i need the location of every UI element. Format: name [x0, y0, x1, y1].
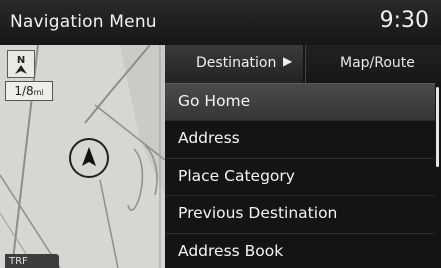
clock: 9:30	[379, 8, 429, 33]
play-arrow-icon: ▶	[283, 54, 293, 68]
map-view[interactable]: N 1/8mi TRF	[0, 45, 165, 268]
menu-item-place-category[interactable]: Place Category	[165, 158, 435, 195]
map-scale-value: 1/8	[14, 84, 34, 98]
menu-item-label: Go Home	[178, 92, 251, 110]
traffic-label: TRF	[9, 256, 28, 267]
menu-item-previous-destination[interactable]: Previous Destination	[165, 195, 435, 232]
map-scale-unit: mi	[33, 88, 44, 97]
traffic-indicator: TRF	[5, 254, 59, 268]
menu-item-label: Address Book	[178, 242, 284, 260]
nav-screen: Navigation Menu 9:30 N 1/8mi TRF Destina…	[0, 0, 441, 268]
map-scale[interactable]: 1/8mi	[5, 81, 53, 101]
menu-item-label: Address	[178, 129, 240, 147]
title-bar: Navigation Menu 9:30	[0, 0, 441, 45]
tab-map-route-label: Map/Route	[340, 55, 415, 71]
vehicle-position-icon	[68, 137, 110, 179]
screen-title: Navigation Menu	[10, 12, 157, 32]
north-up-icon[interactable]: N	[7, 50, 35, 78]
menu-item-label: Place Category	[178, 167, 295, 185]
navigation-menu: Destination ▶ Map/Route Go Home Address …	[165, 45, 441, 268]
tab-map-route[interactable]: Map/Route	[305, 45, 441, 83]
tab-destination[interactable]: Destination ▶	[165, 45, 303, 83]
menu-tabs: Destination ▶ Map/Route	[165, 45, 441, 83]
menu-item-label: Previous Destination	[178, 204, 338, 222]
svg-text:N: N	[17, 55, 25, 66]
tab-destination-label: Destination	[196, 55, 277, 71]
menu-item-go-home[interactable]: Go Home	[165, 83, 435, 120]
menu-scrollbar[interactable]	[436, 87, 439, 167]
menu-item-address[interactable]: Address	[165, 120, 435, 157]
menu-item-address-book[interactable]: Address Book	[165, 233, 435, 268]
